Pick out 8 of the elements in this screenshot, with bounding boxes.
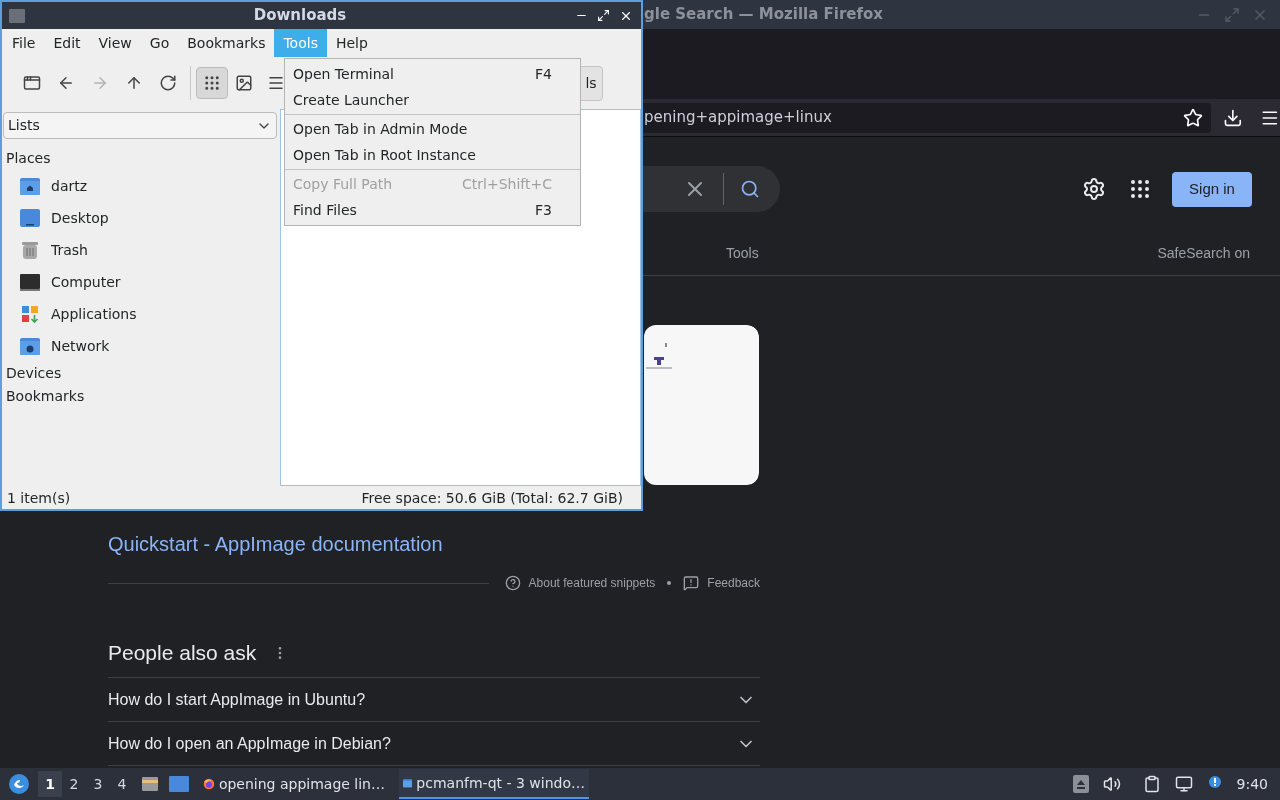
window-title: gle Search — Mozilla Firefox <box>644 4 883 26</box>
status-text: 1 item(s) <box>7 488 71 508</box>
window-title: Downloads <box>252 5 348 27</box>
shortcut-text: Ctrl+Shift+C <box>462 174 552 194</box>
shortcut-text: F3 <box>535 200 552 220</box>
shortcut-text: F4 <box>535 64 552 84</box>
free-space-text: Free space: 50.6 GiB (Total: 62.7 GiB) <box>361 488 623 508</box>
section-heading: People also ask <box>108 640 257 667</box>
